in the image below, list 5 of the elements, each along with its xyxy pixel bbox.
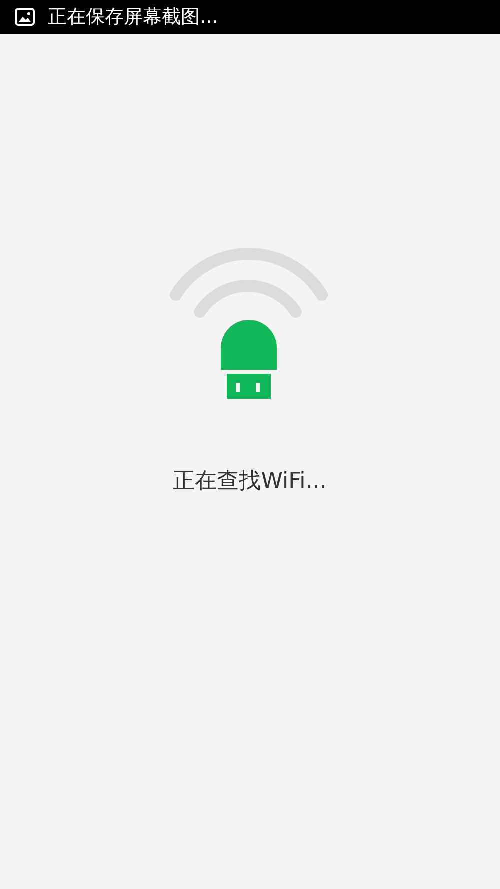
image-icon [15, 8, 35, 26]
status-message: 正在查找WiFi... [173, 468, 327, 496]
notification-text: 正在保存屏幕截图... [48, 8, 218, 26]
usb-dongle-icon [221, 320, 277, 399]
wifi-signal-icon [170, 248, 328, 318]
